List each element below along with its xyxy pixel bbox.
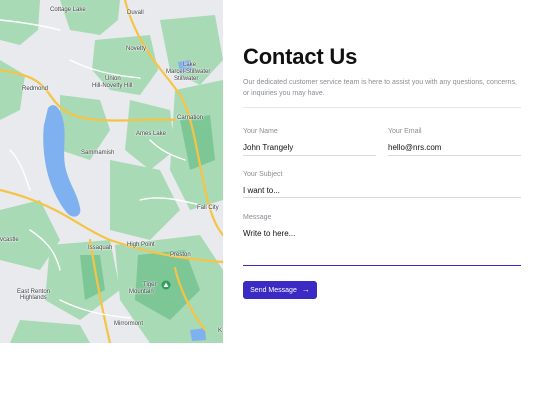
map-label-carnation: Carnation bbox=[177, 115, 204, 121]
map-label-mountain: Mountain bbox=[129, 289, 154, 295]
name-input-underline bbox=[243, 155, 376, 156]
map-label-stillwater: Stillwater bbox=[174, 76, 199, 82]
map-label-edge-k: K bbox=[218, 328, 223, 334]
map-label-union: Union bbox=[105, 76, 121, 82]
email-label: Your Email bbox=[388, 128, 422, 135]
name-label: Your Name bbox=[243, 128, 278, 135]
map-label-mirrormont: Mirrormont bbox=[114, 321, 144, 327]
send-message-button[interactable]: Send Message → bbox=[243, 281, 317, 299]
email-input-underline bbox=[388, 155, 521, 156]
map-label-redmond: Redmond bbox=[22, 86, 49, 92]
map-label-highlands: Highlands bbox=[20, 295, 47, 301]
map-label-cottage-lake: Cottage Lake bbox=[50, 7, 86, 13]
map-label-marcel-stillwater: Marcel-Stillwater bbox=[166, 69, 211, 75]
contact-panel: Contact Us Our dedicated customer servic… bbox=[243, 0, 521, 400]
email-input[interactable]: hello@nrs.com bbox=[388, 143, 441, 153]
subject-input-underline bbox=[243, 197, 521, 198]
map-panel[interactable]: Cottage Lake Duvall Novelty Lake Marcel-… bbox=[0, 0, 223, 343]
page-subtitle: Our dedicated customer service team is h… bbox=[243, 79, 517, 97]
map-label-fall-city: Fall City bbox=[197, 205, 219, 211]
message-label: Message bbox=[243, 214, 272, 221]
page-title: Contact Us bbox=[243, 44, 358, 69]
arrow-right-icon: → bbox=[301, 285, 310, 294]
map-label-hill-novelty-hill: Hill-Novelty Hill bbox=[92, 83, 133, 89]
divider bbox=[243, 107, 521, 108]
send-message-label: Send Message bbox=[250, 286, 297, 294]
map-label-tiger: Tiger bbox=[143, 282, 157, 288]
map-label-lake: Lake bbox=[183, 62, 197, 68]
subject-input[interactable]: I want to... bbox=[243, 186, 280, 196]
map-label-issaquah: Issaquah bbox=[88, 245, 113, 251]
map-label-duvall: Duvall bbox=[127, 10, 144, 16]
map-label-high-point: High Point bbox=[127, 242, 155, 248]
message-textarea-underline bbox=[243, 265, 521, 266]
map-label-newcastle: vcastle bbox=[0, 237, 19, 243]
message-textarea[interactable]: Write to here... bbox=[243, 229, 295, 239]
map-label-preston: Preston bbox=[170, 252, 191, 258]
map-label-ames-lake: Ames Lake bbox=[136, 131, 167, 137]
map-label-sammamish: Sammamish bbox=[81, 150, 115, 156]
map-label-novelty: Novelty bbox=[126, 46, 147, 52]
name-input[interactable]: John Trangely bbox=[243, 143, 293, 153]
subject-label: Your Subject bbox=[243, 171, 283, 178]
